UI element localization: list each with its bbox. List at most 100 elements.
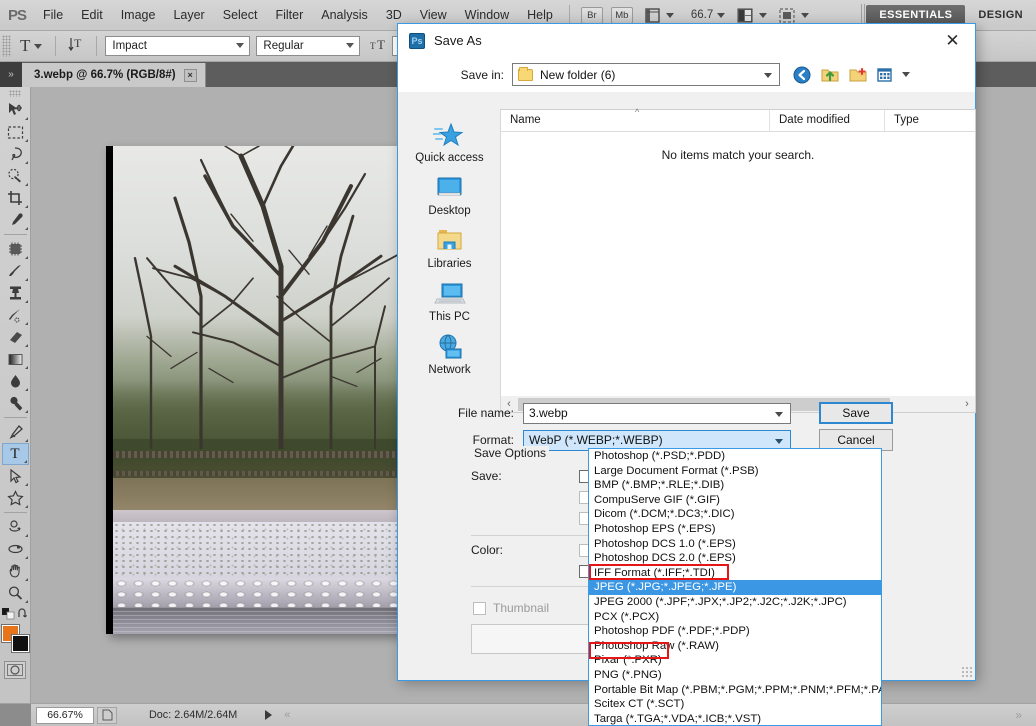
format-dropdown-list[interactable]: Photoshop (*.PSD;*.PDD) Large Document Fo… [588,448,882,726]
quick-selection-tool[interactable] [2,165,29,187]
status-left-chevron-icon[interactable]: « [284,709,290,721]
save-button[interactable]: Save [819,402,893,424]
format-option[interactable]: Targa (*.TGA;*.VDA;*.ICB;*.VST) [589,712,881,725]
format-option[interactable]: Photoshop Raw (*.RAW) [589,639,881,654]
font-family-select[interactable]: Impact [105,36,251,56]
views-chevron-down-icon[interactable] [902,72,910,77]
menu-item-edit[interactable]: Edit [72,0,112,31]
orbit-3d-tool[interactable] [2,538,29,560]
format-option[interactable]: PNG (*.PNG) [589,668,881,683]
move-tool[interactable] [2,99,29,121]
menu-item-file[interactable]: File [34,0,72,31]
sidebar-item-this-pc[interactable]: This PC [402,276,498,329]
background-color-swatch[interactable] [10,634,30,653]
brush-tool[interactable] [2,260,29,282]
arrange-chevron-down-icon[interactable] [759,12,768,18]
sidebar-item-desktop[interactable]: Desktop [402,170,498,223]
spot-healing-brush-tool[interactable] [2,238,29,260]
chevron-down-icon[interactable] [764,73,772,78]
format-option[interactable]: Photoshop PDF (*.PDF;*.PDP) [589,624,881,639]
thumbnail-checkbox[interactable] [473,602,486,615]
path-selection-tool[interactable] [2,465,29,487]
menu-item-analysis[interactable]: Analysis [312,0,377,31]
status-right-chevron-icon[interactable]: » [1015,708,1022,722]
eraser-tool[interactable] [2,326,29,348]
hand-tool[interactable] [2,560,29,582]
type-tool-preset-picker[interactable]: T [20,36,47,56]
format-option[interactable]: CompuServe GIF (*.GIF) [589,493,881,508]
create-new-folder-icon[interactable] [848,65,868,85]
format-option[interactable]: JPEG (*.JPG;*.JPEG;*.JPE) [589,580,881,595]
close-icon[interactable]: ✕ [930,24,975,57]
default-colors-icon[interactable] [1,608,15,620]
lasso-tool[interactable] [2,143,29,165]
format-option[interactable]: Large Document Format (*.PSB) [589,464,881,479]
options-bar-grip[interactable] [2,35,11,57]
views-icon[interactable] [876,65,896,85]
format-option[interactable]: Portable Bit Map (*.PBM;*.PGM;*.PPM;*.PN… [589,683,881,698]
format-option[interactable]: Dicom (*.DCM;*.DC3;*.DIC) [589,507,881,522]
zoom-tool[interactable] [2,582,29,604]
format-option[interactable]: PCX (*.PCX) [589,610,881,625]
view-extras-chevron-down-icon[interactable] [665,12,674,18]
dialog-resize-grip[interactable] [961,666,972,677]
zoom-chevron-down-icon[interactable] [717,12,726,18]
sidebar-item-libraries[interactable]: Libraries [402,223,498,276]
custom-shape-tool[interactable] [2,487,29,509]
close-icon[interactable]: × [183,68,197,82]
up-one-level-icon[interactable] [820,65,840,85]
view-extras-icon[interactable] [643,7,662,24]
screen-mode-chevron-down-icon[interactable] [801,12,810,18]
eyedropper-tool[interactable] [2,209,29,231]
crop-tool[interactable] [2,187,29,209]
format-option[interactable]: Photoshop EPS (*.EPS) [589,522,881,537]
arrange-documents-icon[interactable] [736,7,755,24]
mini-bridge-button[interactable]: Mb [610,6,633,24]
format-option[interactable]: Photoshop DCS 2.0 (*.EPS) [589,551,881,566]
format-option[interactable]: JPEG 2000 (*.JPF;*.JPX;*.JP2;*.J2C;*.J2K… [589,595,881,610]
gradient-tool[interactable] [2,348,29,370]
blur-tool[interactable] [2,370,29,392]
format-option[interactable]: Photoshop DCS 1.0 (*.EPS) [589,537,881,552]
workspace-tab-design[interactable]: DESIGN [965,5,1036,26]
back-icon[interactable] [792,65,812,85]
document-tab[interactable]: 3.webp @ 66.7% (RGB/8#) × [22,63,206,87]
status-menu-arrow-icon[interactable] [265,710,273,720]
document-proxy-icon[interactable] [97,706,117,724]
text-orientation-icon[interactable]: T [68,34,88,59]
rotate-3d-tool[interactable] [2,516,29,538]
type-tool[interactable]: T [1,443,29,465]
tool-preset-chevron-down-icon[interactable] [34,43,43,49]
format-option[interactable]: Pixar (*.PXR) [589,653,881,668]
file-name-input[interactable]: 3.webp [523,402,791,424]
menu-item-layer[interactable]: Layer [164,0,213,31]
toolbox-grip[interactable] [9,90,21,97]
save-in-select[interactable]: New folder (6) [512,63,780,86]
menu-item-image[interactable]: Image [112,0,165,31]
swap-colors-icon[interactable] [17,608,29,620]
clone-stamp-tool[interactable] [2,282,29,304]
column-header-name[interactable]: ^ Name [501,107,770,131]
sidebar-item-quick-access[interactable]: Quick access [402,117,498,170]
format-chevron-down-icon[interactable] [775,438,783,444]
quick-mask-icon[interactable] [4,661,26,679]
marquee-tool[interactable] [2,121,29,143]
column-header-date-modified[interactable]: Date modified [770,110,885,131]
font-style-select[interactable]: Regular [256,36,361,56]
file-name-chevron-down-icon[interactable] [775,411,783,417]
menu-item-select[interactable]: Select [214,0,267,31]
pen-tool[interactable] [2,421,29,443]
dialog-title-bar[interactable]: Ps Save As ✕ [398,24,975,57]
column-header-type[interactable]: Type [885,110,973,131]
font-family-chevron-down-icon[interactable] [236,42,245,50]
menu-item-filter[interactable]: Filter [266,0,312,31]
format-option[interactable]: Photoshop (*.PSD;*.PDD) [589,449,881,464]
bridge-button[interactable]: Br [580,6,603,24]
sidebar-item-network[interactable]: Network [402,329,498,382]
screen-mode-icon[interactable] [778,7,797,24]
dodge-tool[interactable] [2,392,29,414]
format-option[interactable]: BMP (*.BMP;*.RLE;*.DIB) [589,478,881,493]
history-brush-tool[interactable] [2,304,29,326]
format-option[interactable]: Scitex CT (*.SCT) [589,697,881,712]
format-option[interactable]: IFF Format (*.IFF;*.TDI) [589,566,881,581]
